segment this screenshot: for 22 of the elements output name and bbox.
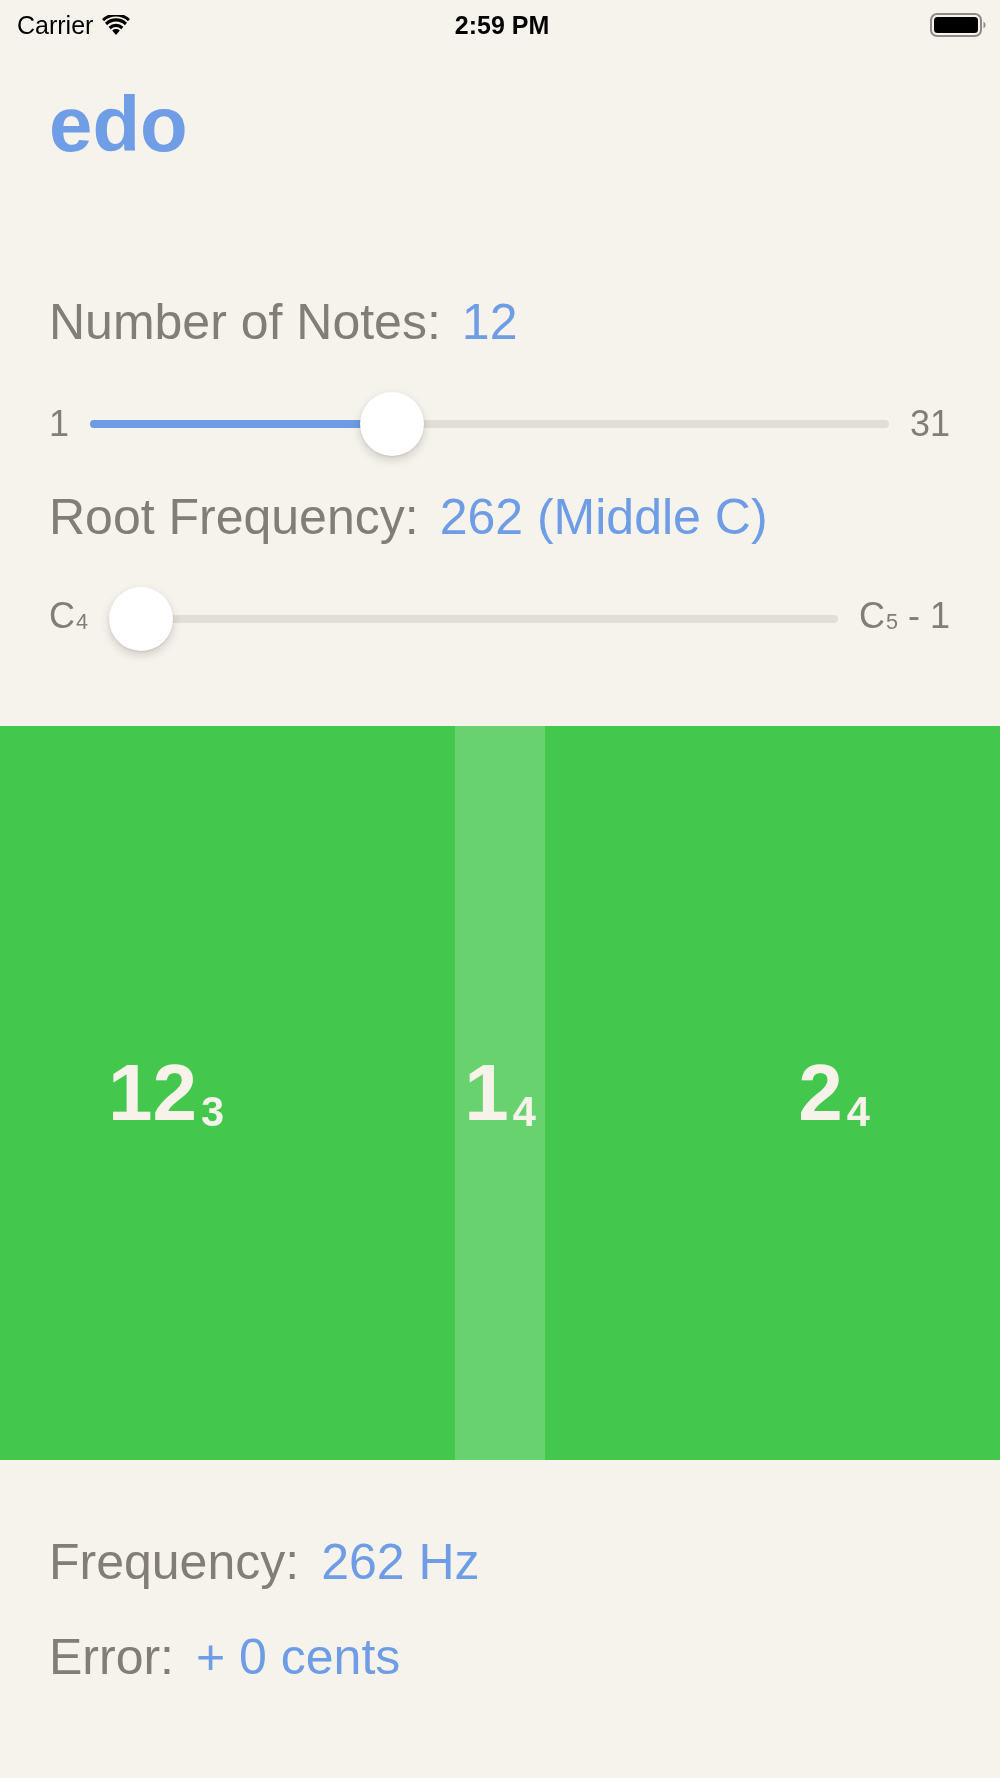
slider-max-label: 31 — [909, 402, 950, 446]
setting-label: Number of Notes: — [49, 293, 441, 352]
battery-icon — [930, 13, 987, 37]
slider-thumb[interactable] — [109, 587, 173, 651]
slider-thumb[interactable] — [359, 392, 424, 456]
wifi-icon — [102, 15, 131, 35]
clock-time: 2:59 PM — [454, 10, 550, 40]
readout-label: Frequency: — [49, 1533, 300, 1592]
readout-value: + 0 cents — [196, 1628, 401, 1687]
setting-value: 12 — [461, 293, 518, 352]
note-key[interactable]: 12$_{3}$ — [0, 726, 455, 1460]
readout-value: 262 Hz — [321, 1533, 480, 1592]
setting-value: 262 (Middle C) — [439, 488, 768, 547]
note-key[interactable]: 1$_{4}$ — [455, 726, 545, 1460]
setting-label: Root Frequency: — [49, 488, 419, 547]
slider-track[interactable] — [109, 587, 838, 651]
app-title: edo — [49, 79, 188, 169]
readout-label: Error: — [49, 1628, 174, 1687]
note-key[interactable]: 2$_{4}$ — [545, 726, 1000, 1460]
slider-track[interactable] — [90, 392, 889, 456]
carrier-label: Carrier — [17, 10, 94, 40]
slider-min-label: 1 — [49, 402, 70, 446]
